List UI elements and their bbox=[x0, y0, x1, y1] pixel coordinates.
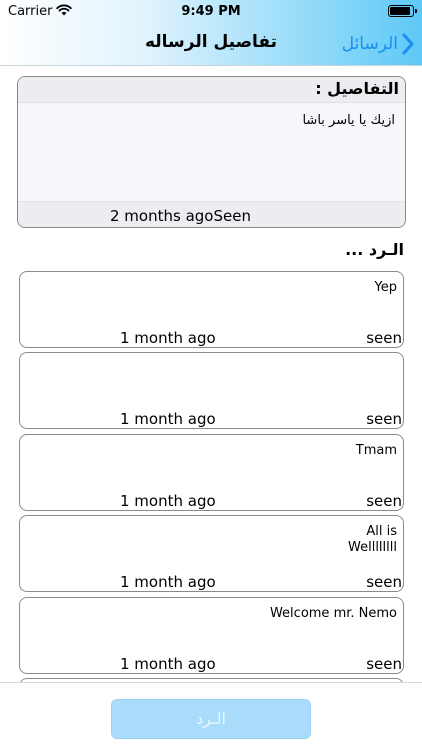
reply-button[interactable]: الـرد bbox=[111, 699, 311, 739]
reply-card: All is Wellllllll 1 month ago seen bbox=[19, 515, 404, 592]
reply-date: 1 month ago bbox=[120, 492, 216, 510]
reply-card: 1 month ago seen bbox=[19, 352, 404, 429]
reply-card: Yep 1 month ago seen bbox=[19, 271, 404, 348]
reply-text: All is Wellllllll bbox=[348, 524, 397, 555]
reply-text: Welcome mr. Nemo bbox=[269, 606, 397, 621]
bottom-divider bbox=[0, 682, 422, 683]
reply-date: 1 month ago bbox=[120, 655, 216, 673]
top-bar: Carrier 9:49 PM تفاصيل الرساله الرسائل bbox=[0, 0, 422, 66]
reply-status: seen bbox=[366, 492, 402, 510]
reply-status: seen bbox=[366, 573, 402, 591]
details-footer: 2 months agoSeen bbox=[18, 201, 405, 227]
reply-status: seen bbox=[366, 329, 402, 347]
details-meta: 2 months agoSeen bbox=[110, 207, 251, 225]
replies-list[interactable]: Yep 1 month ago seen 1 month ago seen Tm… bbox=[0, 270, 422, 682]
reply-status: seen bbox=[366, 655, 402, 673]
status-time: 9:49 PM bbox=[181, 4, 241, 19]
details-message: ازيك يا ياسر باشا bbox=[302, 113, 395, 128]
message-details-card: التفاصيل : ازيك يا ياسر باشا 2 months ag… bbox=[17, 76, 406, 228]
reply-card: Welcome mr. Nemo 1 month ago seen bbox=[19, 597, 404, 674]
navigation-bar: تفاصيل الرساله الرسائل bbox=[0, 22, 422, 66]
reply-card: Tmam 1 month ago seen bbox=[19, 434, 404, 511]
reply-date: 1 month ago bbox=[120, 329, 216, 347]
back-button-label: الرسائل bbox=[341, 34, 398, 54]
back-button[interactable]: الرسائل bbox=[342, 30, 414, 58]
reply-text: Tmam bbox=[355, 443, 397, 458]
details-heading: التفاصيل : bbox=[18, 77, 405, 103]
reply-text: Yep bbox=[374, 280, 397, 295]
reply-status: seen bbox=[366, 410, 402, 428]
chevron-right-icon bbox=[402, 33, 414, 55]
reply-date: 1 month ago bbox=[120, 573, 216, 591]
battery-icon bbox=[388, 5, 417, 17]
status-bar: Carrier 9:49 PM bbox=[0, 0, 422, 22]
reply-date: 1 month ago bbox=[120, 410, 216, 428]
replies-heading: الـرد ... bbox=[345, 240, 404, 259]
